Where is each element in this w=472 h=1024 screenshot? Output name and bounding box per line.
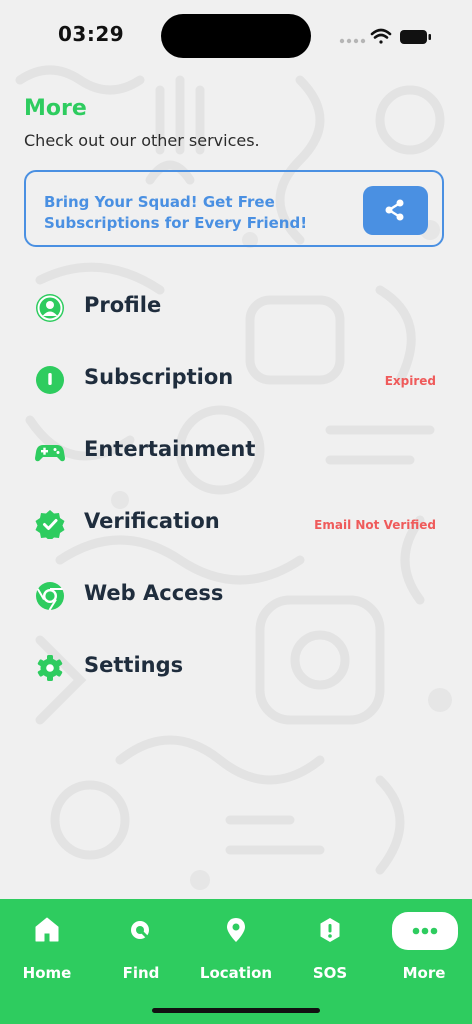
tab-label: Location bbox=[199, 964, 273, 982]
menu-item-subscription[interactable]: Subscription Expired bbox=[0, 345, 472, 417]
wifi-icon bbox=[370, 28, 392, 44]
menu-item-entertainment[interactable]: Entertainment bbox=[0, 417, 472, 489]
status-bar: 03:29 bbox=[0, 0, 472, 70]
tab-location[interactable]: Location bbox=[189, 911, 283, 982]
home-indicator bbox=[152, 1008, 320, 1013]
subscription-icon bbox=[36, 366, 64, 394]
services-menu: Profile Subscription Expired Entertainme… bbox=[0, 273, 472, 705]
cellular-signal-icon bbox=[339, 38, 366, 44]
tab-label: Find bbox=[122, 964, 160, 982]
share-icon bbox=[385, 199, 404, 221]
status-time: 03:29 bbox=[58, 22, 125, 46]
invite-banner-text: Bring Your Squad! Get Free Subscriptions… bbox=[44, 193, 308, 232]
share-button[interactable] bbox=[363, 186, 428, 235]
page-subtitle: Check out our other services. bbox=[24, 131, 260, 150]
gear-icon bbox=[37, 655, 63, 681]
profile-icon bbox=[36, 294, 64, 322]
menu-item-label: Verification bbox=[84, 509, 220, 533]
tab-sos[interactable]: SOS bbox=[283, 911, 377, 982]
menu-item-label: Web Access bbox=[84, 581, 224, 605]
chrome-icon bbox=[36, 582, 64, 611]
menu-item-label: Entertainment bbox=[84, 437, 256, 461]
menu-item-web-access[interactable]: Web Access bbox=[0, 561, 472, 633]
bottom-tab-bar: Home Find Location SOS More bbox=[0, 899, 472, 1024]
verified-badge-icon bbox=[35, 510, 65, 539]
invite-friends-banner[interactable]: Bring Your Squad! Get Free Subscriptions… bbox=[24, 170, 444, 247]
battery-icon bbox=[400, 30, 431, 44]
location-pin-icon bbox=[227, 918, 245, 942]
menu-item-label: Subscription bbox=[84, 365, 234, 389]
menu-item-label: Settings bbox=[84, 653, 184, 677]
page-title: More bbox=[24, 96, 87, 121]
more-dots-icon bbox=[412, 927, 438, 935]
menu-item-settings[interactable]: Settings bbox=[0, 633, 472, 705]
sos-icon bbox=[320, 918, 340, 942]
verification-status-badge: Email Not Verified bbox=[314, 518, 436, 532]
status-icons bbox=[339, 28, 431, 44]
tab-label: More bbox=[402, 964, 446, 982]
tab-more[interactable]: More bbox=[377, 911, 471, 982]
subscription-status-badge: Expired bbox=[384, 374, 436, 388]
menu-item-profile[interactable]: Profile bbox=[0, 273, 472, 345]
find-icon bbox=[131, 921, 150, 940]
tab-label: SOS bbox=[312, 964, 348, 982]
home-icon bbox=[35, 917, 59, 942]
menu-item-verification[interactable]: Verification Email Not Verified bbox=[0, 489, 472, 561]
tab-label: Home bbox=[22, 964, 72, 982]
gamepad-icon bbox=[35, 445, 65, 462]
menu-item-label: Profile bbox=[84, 293, 162, 317]
more-screen: More Check out our other services. Bring… bbox=[0, 0, 472, 900]
dynamic-island bbox=[161, 14, 311, 58]
tab-home[interactable]: Home bbox=[0, 911, 94, 982]
tab-find[interactable]: Find bbox=[94, 911, 188, 982]
